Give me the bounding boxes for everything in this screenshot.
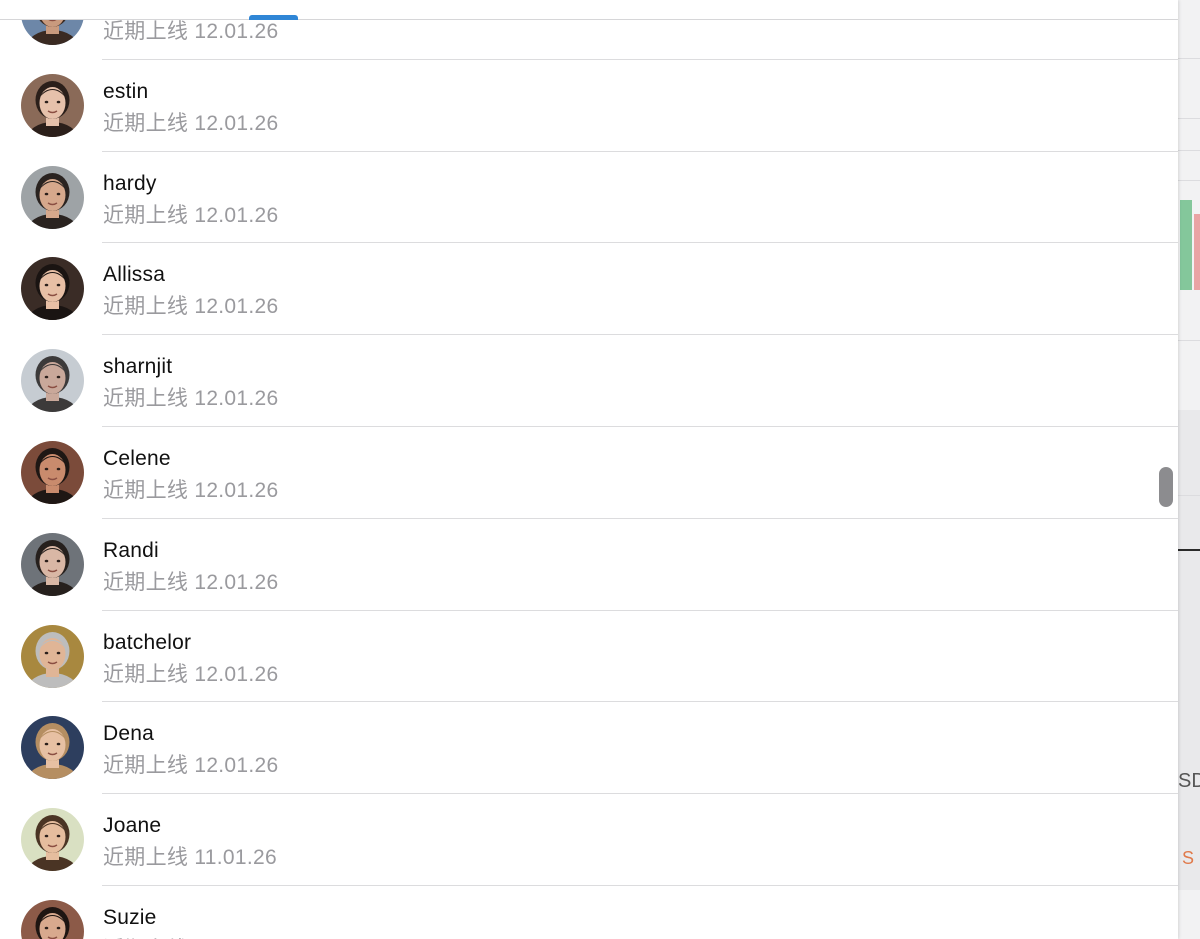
contact-row[interactable]: estin 近期上线 12.01.26 bbox=[0, 60, 1178, 152]
avatar-photo bbox=[21, 165, 84, 229]
background-app-label: SD bbox=[1178, 770, 1200, 792]
contact-name: Dena bbox=[103, 722, 155, 746]
avatar[interactable] bbox=[21, 165, 84, 229]
contact-row[interactable]: Celene 近期上线 12.01.26 bbox=[0, 427, 1178, 519]
active-tab-indicator bbox=[249, 15, 298, 20]
avatar[interactable] bbox=[21, 349, 84, 413]
background-app-divider bbox=[1178, 58, 1200, 59]
contact-name: Allissa bbox=[103, 263, 166, 287]
contact-name: hardy bbox=[103, 171, 157, 195]
avatar[interactable] bbox=[21, 624, 84, 688]
last-seen-status: 近期上线 12.01.26 bbox=[103, 203, 279, 227]
contact-list: 近期上线 12.01.26 estin 近期上线 12.01.26 hardy … bbox=[0, 0, 1178, 939]
background-app-accent-label: S bbox=[1182, 848, 1195, 868]
background-chart-candle-green bbox=[1180, 200, 1192, 290]
last-seen-status: 近期上线 11.01.26 bbox=[103, 846, 277, 870]
avatar[interactable] bbox=[21, 899, 84, 939]
avatar-photo bbox=[21, 716, 84, 780]
contact-row[interactable]: batchelor 近期上线 12.01.26 bbox=[0, 611, 1178, 703]
contact-name: sharnjit bbox=[103, 355, 173, 379]
contact-name: Suzie bbox=[103, 905, 157, 929]
avatar[interactable] bbox=[21, 73, 84, 137]
background-chart-candle-red bbox=[1194, 214, 1200, 290]
avatar-photo bbox=[21, 624, 84, 688]
avatar[interactable] bbox=[21, 808, 84, 872]
contact-name: Joane bbox=[103, 814, 162, 838]
background-app-panel bbox=[1178, 410, 1200, 890]
contact-row[interactable]: Randi 近期上线 12.01.26 bbox=[0, 519, 1178, 611]
avatar[interactable] bbox=[21, 532, 84, 596]
contact-row[interactable]: Joane 近期上线 11.01.26 bbox=[0, 794, 1178, 886]
screen: SD S 近期上线 12.01.26 estin 近期上线 12.01.26 h… bbox=[0, 0, 1200, 939]
last-seen-status: 近期上线 12.01.26 bbox=[103, 478, 279, 502]
last-seen-status: 近期上线 bbox=[103, 933, 188, 939]
background-app-divider bbox=[1178, 150, 1200, 151]
last-seen-status: 近期上线 12.01.26 bbox=[103, 570, 279, 594]
contact-name: Celene bbox=[103, 446, 171, 470]
contact-list-panel: 近期上线 12.01.26 estin 近期上线 12.01.26 hardy … bbox=[0, 0, 1178, 939]
background-app-rule bbox=[1178, 549, 1200, 551]
background-app-divider bbox=[1178, 180, 1200, 181]
avatar-photo bbox=[21, 899, 84, 939]
avatar[interactable] bbox=[21, 440, 84, 504]
panel-header bbox=[0, 0, 1178, 20]
contact-name: estin bbox=[103, 79, 149, 103]
scrollbar-thumb[interactable] bbox=[1159, 467, 1173, 507]
contact-row[interactable]: Allissa 近期上线 12.01.26 bbox=[0, 243, 1178, 336]
avatar-photo bbox=[21, 532, 84, 596]
contact-row[interactable]: hardy 近期上线 12.01.26 bbox=[0, 152, 1178, 244]
last-seen-status: 近期上线 12.01.26 bbox=[103, 662, 279, 686]
avatar-photo bbox=[21, 257, 84, 321]
avatar-photo bbox=[21, 808, 84, 872]
avatar[interactable] bbox=[21, 716, 84, 780]
contact-row[interactable]: sharnjit 近期上线 12.01.26 bbox=[0, 335, 1178, 427]
background-app: SD S bbox=[1178, 0, 1200, 939]
last-seen-status: 近期上线 12.01.26 bbox=[103, 111, 279, 135]
avatar-photo bbox=[21, 349, 84, 413]
contact-row[interactable]: Dena 近期上线 12.01.26 bbox=[0, 702, 1178, 795]
avatar[interactable] bbox=[21, 257, 84, 321]
last-seen-status: 近期上线 12.01.26 bbox=[103, 754, 279, 778]
contact-name: Randi bbox=[103, 538, 159, 562]
last-seen-status: 近期上线 12.01.26 bbox=[103, 295, 279, 319]
avatar-photo bbox=[21, 73, 84, 137]
last-seen-status: 近期上线 12.01.26 bbox=[103, 387, 279, 411]
background-app-divider bbox=[1178, 495, 1200, 496]
background-app-divider bbox=[1178, 340, 1200, 341]
contact-row[interactable]: Suzie 近期上线 bbox=[0, 886, 1178, 939]
avatar-photo bbox=[21, 440, 84, 504]
contact-name: batchelor bbox=[103, 630, 192, 654]
background-app-divider bbox=[1178, 118, 1200, 119]
